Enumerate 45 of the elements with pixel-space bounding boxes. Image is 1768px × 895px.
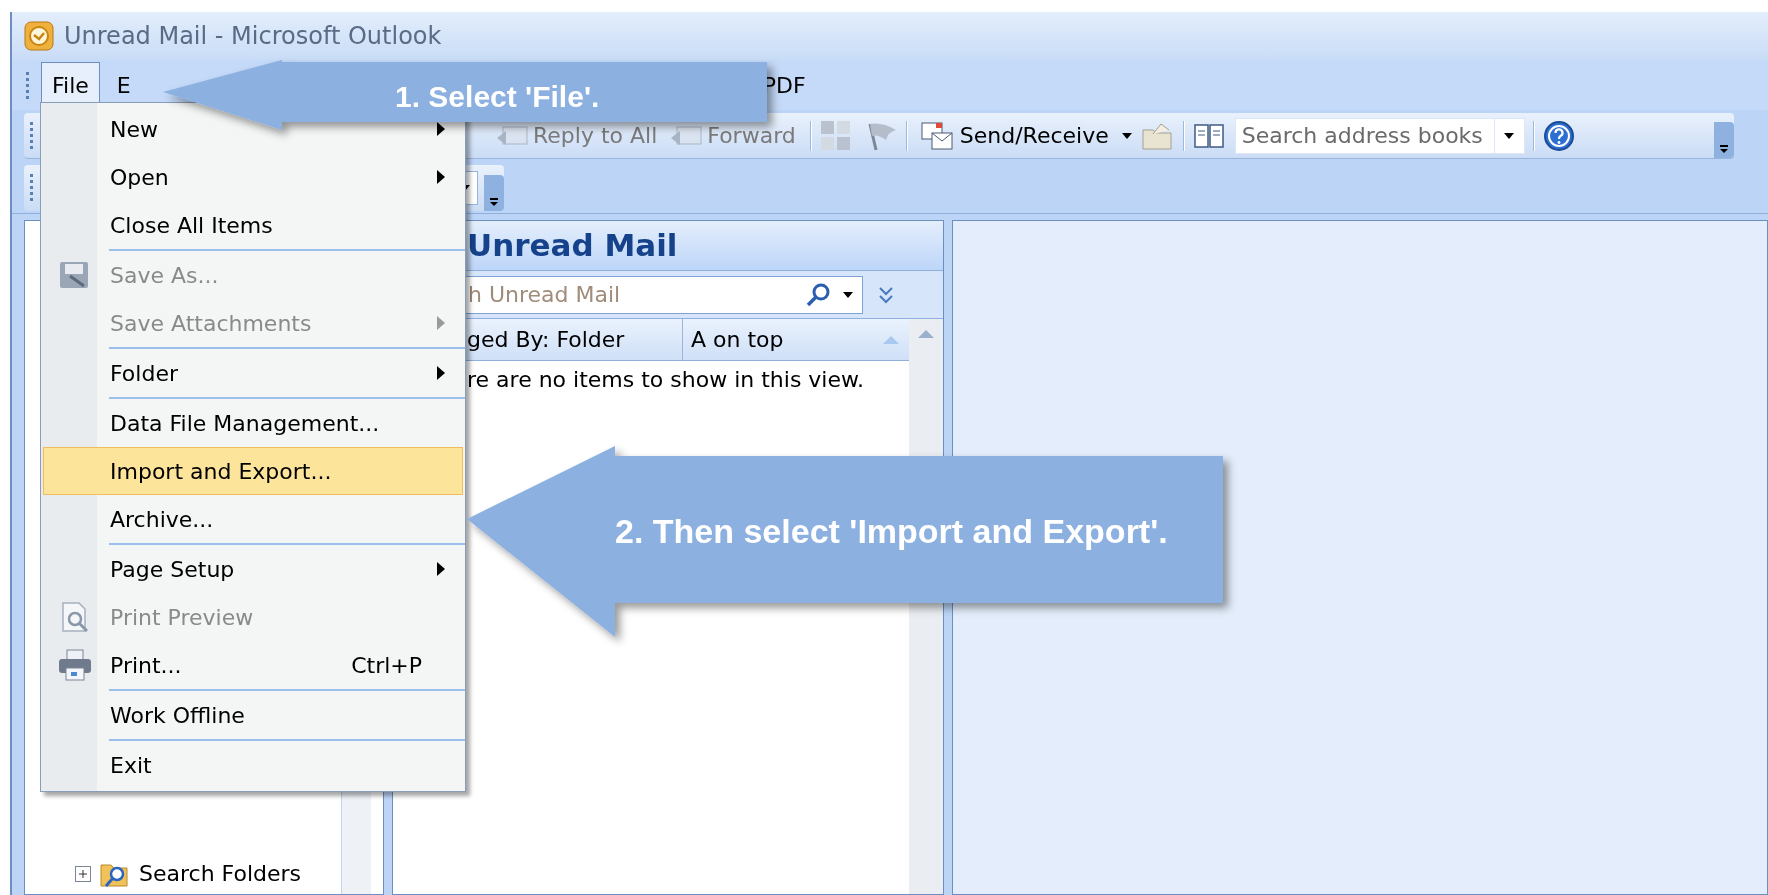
column-header[interactable]: A on top xyxy=(683,319,909,360)
submenu-arrow-icon xyxy=(436,365,446,381)
forward-icon xyxy=(669,123,704,148)
callout-text: 2. Then select 'Import and Export'. xyxy=(615,511,1168,552)
send-receive-button[interactable]: Send/Receive xyxy=(915,115,1113,156)
menu-item[interactable]: Import and Export... xyxy=(43,447,463,495)
submenu-arrow-icon xyxy=(436,121,446,137)
expand-icon[interactable] xyxy=(75,865,91,882)
submenu-arrow-icon xyxy=(436,315,446,331)
address-book-icon[interactable] xyxy=(1192,121,1225,150)
sort-arrow-icon xyxy=(881,334,901,345)
shortcut-text: Ctrl+P xyxy=(351,651,422,680)
menu-item[interactable]: Exit xyxy=(43,741,463,789)
menu-item[interactable]: Work Offline xyxy=(43,691,463,739)
send-receive-caret-icon xyxy=(1120,131,1133,140)
address-search-field[interactable]: Search address books xyxy=(1234,117,1525,154)
window-title: Unread Mail - Microsoft Outlook xyxy=(64,21,442,52)
expand-chevron-icon[interactable] xyxy=(877,284,895,305)
overflow-icon xyxy=(488,196,500,207)
mail-search-field[interactable]: h Unread Mail xyxy=(463,275,863,314)
menu-item[interactable]: Page Setup xyxy=(43,545,463,593)
menu-item[interactable]: Open xyxy=(43,153,463,201)
folder-label[interactable]: Search Folders xyxy=(139,857,302,890)
menu-item[interactable]: Folder xyxy=(43,349,463,397)
reply-all-icon xyxy=(495,123,529,148)
toolbar-overflow-button[interactable] xyxy=(484,174,504,211)
printer-icon xyxy=(57,648,93,682)
toolbar-overflow-button[interactable] xyxy=(1714,122,1734,158)
menu-item[interactable]: Print... Ctrl+P xyxy=(43,641,463,689)
help-icon[interactable] xyxy=(1542,119,1575,152)
mail-search-input[interactable]: h Unread Mail xyxy=(468,278,804,311)
menu-item[interactable]: Archive... xyxy=(43,495,463,543)
menu-item[interactable]: Data File Management... xyxy=(43,399,463,447)
empty-message: re are no items to show in this view. xyxy=(467,366,864,394)
scroll-up-icon[interactable] xyxy=(916,329,936,339)
menu-item[interactable]: Close All Items xyxy=(43,201,463,249)
submenu-arrow-icon xyxy=(436,561,446,577)
overflow-icon xyxy=(1718,144,1730,154)
dropdown-caret-icon xyxy=(1503,131,1516,140)
column-header[interactable]: ged By: Folder xyxy=(467,319,683,360)
outlook-logo-icon xyxy=(24,21,54,51)
search-caret-icon xyxy=(842,290,854,299)
pane-title: Unread Mail xyxy=(467,226,678,266)
callout-text: 1. Select 'File'. xyxy=(395,79,600,115)
submenu-arrow-icon xyxy=(436,169,446,185)
